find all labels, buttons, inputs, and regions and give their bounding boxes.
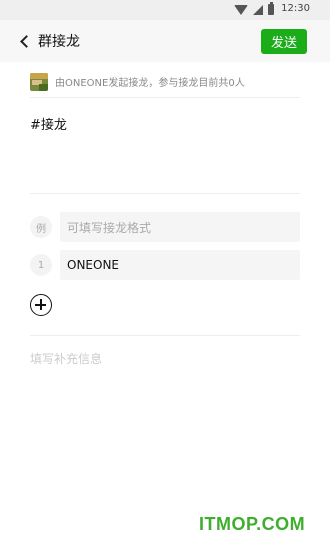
initiator-text: 由ONEONE发起接龙，参与接龙目前共0人 [55,78,245,89]
initiator-row: 由ONEONE发起接龙，参与接龙目前共0人 [30,62,300,98]
add-entry-button[interactable] [30,294,52,316]
solitaire-card: 由ONEONE发起接龙，参与接龙目前共0人 #接龙 例 可填写接龙格式 1 ON… [10,62,320,540]
send-button[interactable]: 发送 [261,29,307,54]
battery-icon [268,2,274,15]
divider [30,193,300,194]
status-icons [234,2,274,15]
signal-icon [253,4,263,15]
divider [30,335,300,336]
format-input[interactable]: 可填写接龙格式 [60,212,300,242]
entry-index: 例 [30,216,52,238]
wifi-icon [234,4,248,15]
status-time: 12:30 [281,3,310,14]
topic-text[interactable]: #接龙 [30,114,67,133]
avatar [30,72,48,91]
back-button[interactable]: 群接龙 [20,30,80,52]
status-bar: 12:30 [0,0,330,20]
watermark: ITMOP.COM [199,514,306,534]
entry-index: 1 [30,254,52,276]
entry-row-1: 1 ONEONE [30,250,300,280]
entry-row-example: 例 可填写接龙格式 [30,212,300,242]
page-title: 群接龙 [38,34,80,50]
chevron-left-icon [20,34,33,48]
nav-bar: 群接龙 发送 [0,20,330,62]
entry-input[interactable]: ONEONE [60,250,300,280]
extra-info-input[interactable]: 填写补充信息 [30,350,102,367]
